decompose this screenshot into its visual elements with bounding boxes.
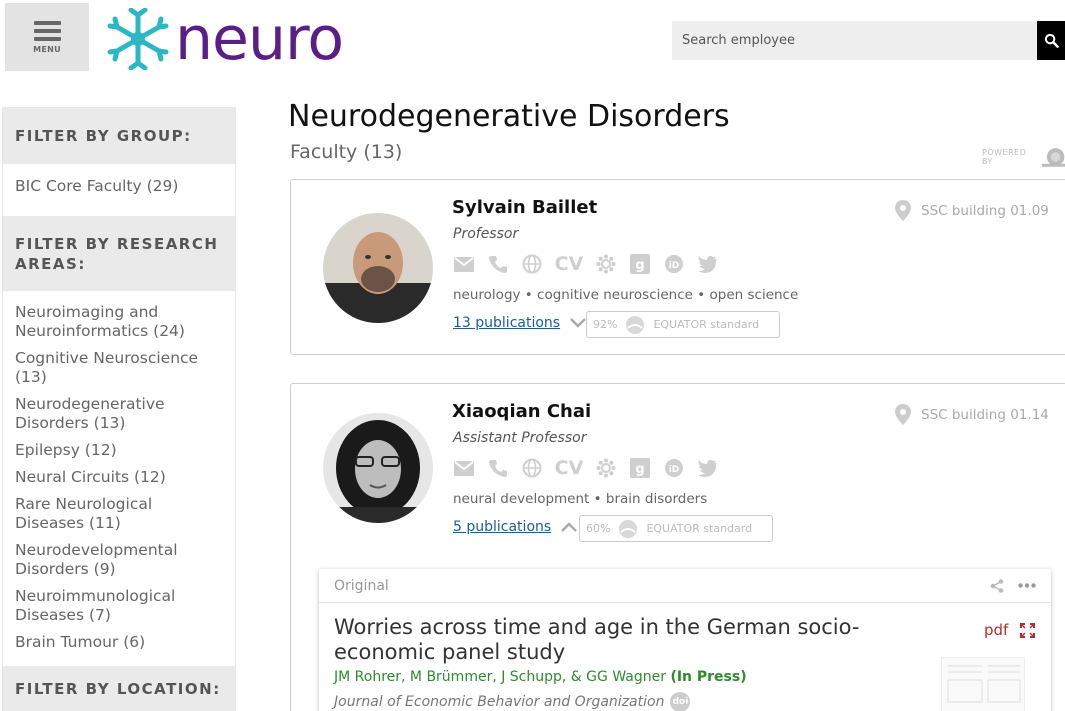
svg-text:g: g: [635, 258, 644, 273]
filter-research-heading: FILTER BY RESEARCH AREAS:: [3, 216, 235, 291]
page: MENU neuro Search employee FILTER BY GRO…: [0, 0, 1065, 711]
filter-item-neurodevelopmental[interactable]: Neurodevelopmental Disorders (9): [3, 541, 235, 579]
mail-icon[interactable]: [453, 253, 475, 275]
avatar[interactable]: [323, 213, 433, 323]
filter-item-epilepsy[interactable]: Epilepsy (12): [3, 441, 235, 460]
globe-icon[interactable]: [521, 253, 543, 275]
contact-icons: CV g iD: [453, 457, 719, 479]
neuron-logo-icon: [107, 8, 169, 70]
google-scholar-icon[interactable]: g: [629, 253, 651, 275]
filter-item-rare-neurological[interactable]: Rare Neurological Diseases (11): [3, 495, 235, 533]
orcid-icon[interactable]: iD: [663, 457, 685, 479]
publication-status: Original: [334, 577, 389, 594]
equator-badge[interactable]: 92% EQUATOR standard: [586, 311, 780, 338]
phone-icon[interactable]: [487, 457, 509, 479]
menu-label: MENU: [33, 44, 61, 54]
share-icon[interactable]: [990, 578, 1004, 593]
faculty-name[interactable]: Xiaoqian Chai: [452, 401, 591, 422]
powered-by-label: POWERED BY: [982, 148, 1027, 166]
contact-icons: CV g iD: [453, 253, 719, 275]
twitter-icon[interactable]: [697, 253, 719, 275]
location-text: SSC building 01.09: [921, 202, 1049, 219]
author-list: JM Rohrer, M Brümmer, J Schupp, & GG Wag…: [334, 669, 666, 685]
equator-percent: 92%: [593, 318, 618, 331]
office-location: SSC building 01.14: [895, 404, 1049, 425]
equator-icon: [626, 315, 645, 334]
phone-icon[interactable]: [487, 253, 509, 275]
orcid-flower-icon[interactable]: [595, 457, 617, 479]
pdf-link[interactable]: pdf: [984, 621, 1036, 639]
orcid-icon[interactable]: iD: [663, 253, 685, 275]
office-location: SSC building 01.09: [895, 200, 1049, 221]
filter-item-brain-tumour[interactable]: Brain Tumour (6): [3, 633, 235, 652]
avatar-photo: [323, 213, 433, 323]
faculty-role: Assistant Professor: [453, 430, 587, 446]
search-button[interactable]: [1037, 21, 1065, 60]
publication-card: Original Worries across time and age in …: [319, 569, 1051, 711]
menu-button[interactable]: MENU: [5, 3, 89, 71]
logo-text: neuro: [175, 4, 344, 74]
research-tags: neural development • brain disorders: [453, 491, 708, 507]
filter-item-neuroimaging[interactable]: Neuroimaging and Neuroinformatics (24): [3, 303, 235, 341]
publications-link[interactable]: 13 publications: [453, 315, 560, 331]
publication-journal: Journal of Economic Behavior and Organiz…: [334, 692, 691, 711]
faculty-name[interactable]: Sylvain Baillet: [452, 197, 597, 218]
pdf-label: pdf: [984, 621, 1009, 639]
journal-name: Journal of Economic Behavior and Organiz…: [334, 694, 665, 710]
search-bar: [672, 21, 1065, 60]
filter-sidebar: FILTER BY GROUP: BIC Core Faculty (29) F…: [2, 107, 236, 711]
cv-icon[interactable]: CV: [555, 253, 584, 275]
publication-title[interactable]: Worries across time and age in the Germa…: [334, 615, 944, 665]
publication-authors: JM Rohrer, M Brümmer, J Schupp, & GG Wag…: [334, 669, 747, 685]
twitter-icon[interactable]: [697, 457, 719, 479]
chevron-up-icon[interactable]: [561, 522, 578, 532]
equator-badge[interactable]: 60% EQUATOR standard: [579, 515, 773, 542]
svg-text:g: g: [635, 462, 644, 477]
avatar[interactable]: [323, 413, 433, 523]
more-options-icon[interactable]: [1018, 583, 1036, 588]
fullscreen-icon[interactable]: [1020, 622, 1036, 638]
cv-icon[interactable]: CV: [555, 457, 584, 479]
equator-label: EQUATOR standard: [653, 318, 760, 331]
hamburger-icon: [33, 20, 61, 41]
equator-label: EQUATOR standard: [646, 522, 753, 535]
svg-text:iD: iD: [669, 465, 680, 475]
avatar-photo: [323, 413, 433, 523]
publication-header: Original: [319, 569, 1051, 603]
filter-item-neuroimmunological[interactable]: Neuroimmunological Diseases (7): [3, 587, 235, 625]
faculty-count: Faculty (13): [290, 141, 403, 163]
equator-icon: [619, 519, 638, 538]
search-input[interactable]: [672, 21, 1037, 60]
globe-icon[interactable]: [521, 457, 543, 479]
map-pin-icon: [895, 200, 911, 221]
publications-toggle[interactable]: 13 publications: [453, 315, 586, 331]
filter-group-heading: FILTER BY GROUP:: [3, 108, 235, 164]
orcid-flower-icon[interactable]: [595, 253, 617, 275]
chevron-down-icon[interactable]: [570, 318, 586, 328]
svg-text:iD: iD: [669, 261, 680, 271]
mail-icon[interactable]: [453, 457, 475, 479]
in-press-badge: (In Press): [670, 669, 747, 685]
research-tags: neurology • cognitive neuroscience • ope…: [453, 287, 799, 303]
publications-toggle[interactable]: 5 publications: [453, 519, 578, 535]
pdf-thumbnail[interactable]: [941, 657, 1025, 711]
location-text: SSC building 01.14: [921, 406, 1049, 423]
doi-icon[interactable]: doi: [670, 692, 691, 711]
powered-by[interactable]: POWERED BY: [982, 147, 1065, 167]
map-pin-icon: [895, 404, 911, 425]
filter-item-bic-core-faculty[interactable]: BIC Core Faculty (29): [3, 177, 235, 196]
logo[interactable]: neuro: [107, 4, 344, 74]
filter-location-heading: FILTER BY LOCATION:: [3, 666, 235, 711]
page-title: Neurodegenerative Disorders: [288, 99, 730, 134]
search-icon: [1044, 33, 1059, 48]
google-scholar-icon[interactable]: g: [629, 457, 651, 479]
filter-item-neurodegenerative[interactable]: Neurodegenerative Disorders (13): [3, 395, 235, 433]
faculty-card: Sylvain Baillet Professor CV g iD neurol…: [290, 179, 1065, 355]
publications-link[interactable]: 5 publications: [453, 519, 551, 535]
equator-percent: 60%: [586, 522, 611, 535]
faculty-role: Professor: [453, 226, 519, 242]
snail-logo-icon: [1041, 148, 1065, 167]
filter-item-neural-circuits[interactable]: Neural Circuits (12): [3, 468, 235, 487]
filter-item-cognitive-neuroscience[interactable]: Cognitive Neuroscience (13): [3, 349, 235, 387]
